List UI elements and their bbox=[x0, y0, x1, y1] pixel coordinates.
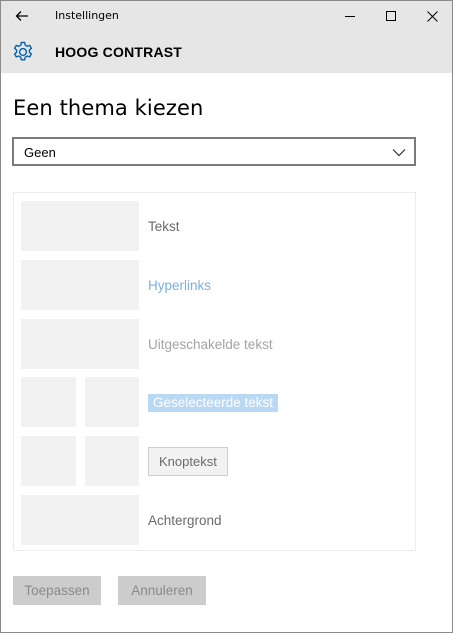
selected-text-label: Geselecteerde tekst bbox=[148, 394, 279, 412]
disabled-text-color-swatch[interactable] bbox=[21, 319, 139, 369]
disabled-text-label: Uitgeschakelde tekst bbox=[148, 337, 273, 352]
text-label: Tekst bbox=[148, 219, 180, 234]
back-button[interactable] bbox=[9, 5, 35, 27]
section-title: Een thema kiezen bbox=[13, 96, 204, 120]
close-icon bbox=[426, 10, 438, 22]
theme-dropdown[interactable]: Geen bbox=[12, 137, 416, 166]
button-text-background-swatch[interactable] bbox=[85, 436, 139, 486]
settings-window: Instellingen HOOG CONTRAST Een thema kie… bbox=[0, 0, 453, 633]
app-title: Instellingen bbox=[55, 9, 119, 22]
page-header: HOOG CONTRAST bbox=[1, 31, 452, 73]
chevron-down-icon bbox=[392, 149, 406, 157]
button-text-label: Knoptekst bbox=[148, 447, 228, 476]
page-title: HOOG CONTRAST bbox=[55, 44, 183, 60]
selected-text-foreground-swatch[interactable] bbox=[21, 377, 76, 427]
maximize-icon bbox=[386, 11, 396, 21]
gear-icon bbox=[13, 41, 33, 61]
button-text-foreground-swatch[interactable] bbox=[21, 436, 76, 486]
apply-button[interactable]: Toepassen bbox=[13, 576, 101, 605]
minimize-button[interactable] bbox=[327, 1, 373, 31]
back-arrow-icon bbox=[15, 11, 28, 21]
text-color-swatch[interactable] bbox=[21, 201, 139, 251]
cancel-button[interactable]: Annuleren bbox=[118, 576, 206, 605]
theme-dropdown-value: Geen bbox=[24, 145, 56, 160]
title-bar: Instellingen bbox=[1, 1, 452, 31]
minimize-icon bbox=[345, 16, 355, 17]
background-label: Achtergrond bbox=[148, 513, 222, 528]
hyperlink-color-swatch[interactable] bbox=[21, 260, 139, 310]
selected-text-background-swatch[interactable] bbox=[85, 377, 139, 427]
close-button[interactable] bbox=[409, 1, 452, 31]
hyperlinks-label: Hyperlinks bbox=[148, 278, 212, 293]
background-color-swatch[interactable] bbox=[21, 495, 139, 545]
maximize-button[interactable] bbox=[368, 1, 414, 31]
